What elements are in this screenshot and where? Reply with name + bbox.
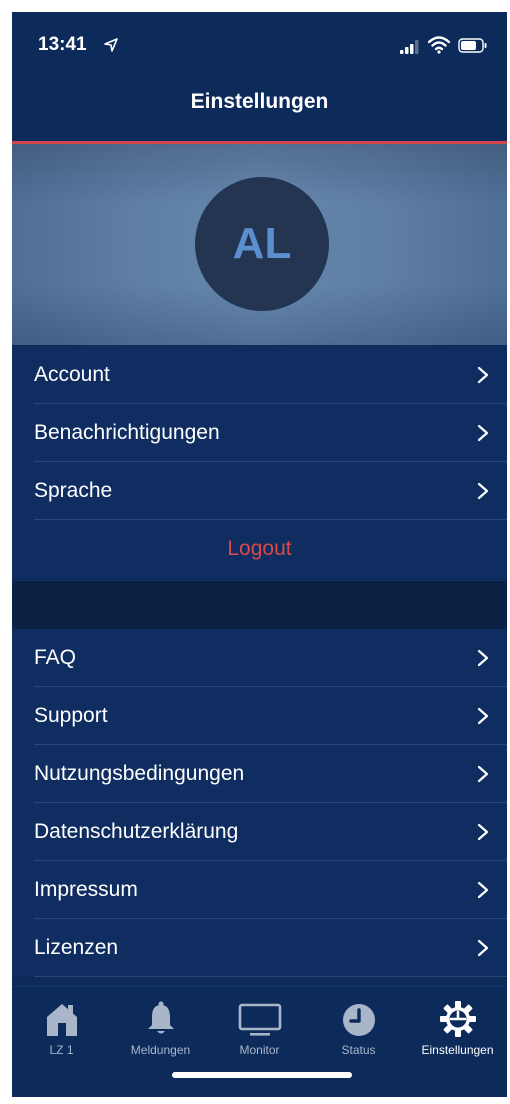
tab-label: Einstellungen (421, 1043, 494, 1057)
chevron-right-icon (477, 881, 489, 899)
tab-label: Monitor (239, 1043, 280, 1057)
avatar-initials: AL (232, 219, 292, 268)
phone-screen: 13:41 Einstellungen AL Account Benachric… (12, 12, 507, 1097)
screenshot-frame: 13:41 Einstellungen AL Account Benachric… (0, 0, 510, 1104)
menu-item-benachrichtigungen[interactable]: Benachrichtigungen (12, 404, 507, 462)
menu-item-sprache[interactable]: Sprache (12, 462, 507, 520)
battery-icon (458, 38, 487, 53)
page-title: Einstellungen (190, 90, 329, 113)
menu-item-label: Datenschutzerklärung (34, 820, 239, 843)
chevron-right-icon (477, 366, 489, 384)
menu-item-label: Impressum (34, 878, 138, 901)
tab-label: LZ 1 (49, 1043, 74, 1057)
chevron-right-icon (477, 424, 489, 442)
chevron-right-icon (477, 482, 489, 500)
menu-item-support[interactable]: Support (12, 687, 507, 745)
menu-item-account[interactable]: Account (12, 346, 507, 404)
menu-item-datenschutzerklaerung[interactable]: Datenschutzerklärung (12, 803, 507, 861)
monitor-icon (238, 1003, 281, 1036)
info-section: FAQ Support Nutzungsbedingungen Datensch… (12, 629, 507, 977)
menu-item-label: Support (34, 704, 108, 727)
location-arrow-icon (104, 38, 118, 52)
menu-item-label: Account (34, 363, 110, 386)
chevron-right-icon (477, 649, 489, 667)
tab-monitor[interactable]: Monitor (210, 995, 309, 1057)
clock-icon (342, 1004, 375, 1036)
profile-header: AL (12, 144, 507, 345)
logout-label: Logout (227, 537, 292, 560)
chevron-right-icon (477, 939, 489, 957)
home-indicator[interactable] (172, 1072, 352, 1078)
status-bar: 13:41 (12, 12, 507, 82)
tab-label: Status (341, 1043, 376, 1057)
menu-item-label: Nutzungsbedingungen (34, 762, 245, 785)
status-time: 13:41 (38, 34, 87, 55)
tab-status[interactable]: Status (309, 995, 408, 1057)
bell-icon (147, 1001, 174, 1034)
tab-bar: LZ 1 Meldungen Monitor Status Einstellun… (12, 986, 507, 1097)
avatar[interactable]: AL (195, 177, 329, 311)
menu-item-faq[interactable]: FAQ (12, 629, 507, 687)
menu-item-nutzungsbedingungen[interactable]: Nutzungsbedingungen (12, 745, 507, 803)
section-divider (12, 580, 507, 630)
menu-item-label: Benachrichtigungen (34, 421, 220, 444)
menu-item-impressum[interactable]: Impressum (12, 861, 507, 919)
menu-item-label: Sprache (34, 479, 113, 502)
menu-item-lizenzen[interactable]: Lizenzen (12, 919, 507, 977)
gear-icon (439, 1001, 476, 1037)
wifi-icon (428, 36, 450, 54)
cellular-signal-icon (400, 40, 419, 54)
chevron-right-icon (477, 765, 489, 783)
menu-item-label: FAQ (34, 646, 77, 669)
settings-section: Account Benachrichtigungen Sprache Logou… (12, 346, 507, 578)
menu-item-label: Lizenzen (34, 936, 119, 959)
house-icon (46, 1004, 77, 1036)
tab-lz1[interactable]: LZ 1 (12, 995, 111, 1057)
logout-button[interactable]: Logout (12, 520, 507, 578)
tab-meldungen[interactable]: Meldungen (111, 995, 210, 1057)
chevron-right-icon (477, 823, 489, 841)
tab-einstellungen[interactable]: Einstellungen (408, 995, 507, 1057)
chevron-right-icon (477, 707, 489, 725)
tab-label: Meldungen (130, 1043, 191, 1057)
